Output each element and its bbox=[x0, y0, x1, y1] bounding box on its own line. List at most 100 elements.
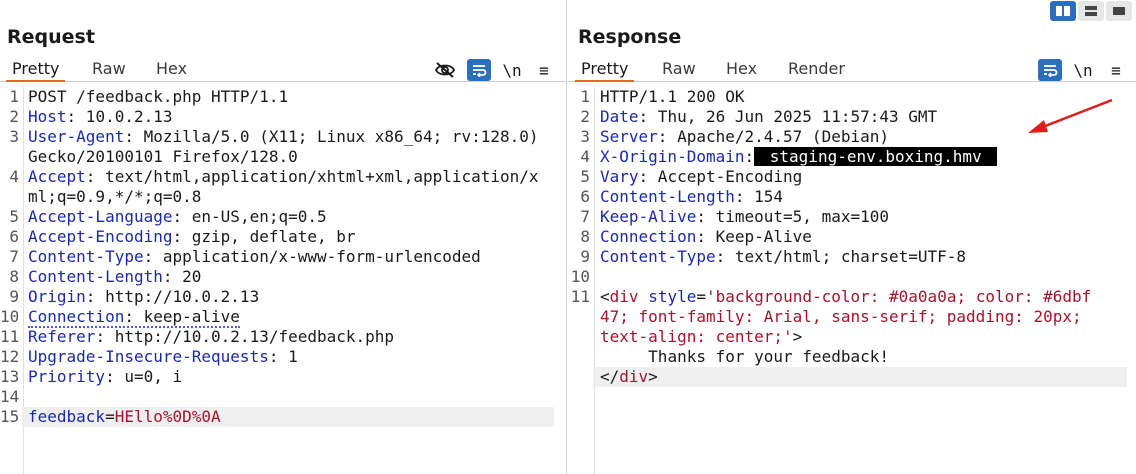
angle-bracket: </ bbox=[600, 367, 620, 386]
header-key: Keep-Alive bbox=[600, 207, 697, 226]
header-line: Vary: Accept-Encoding bbox=[600, 167, 803, 186]
header-value: text/html; charset=UTF-8 bbox=[725, 247, 967, 266]
single-panel-icon bbox=[1113, 7, 1125, 15]
side-by-side-layout-button[interactable] bbox=[1050, 1, 1076, 21]
header-key: Host bbox=[28, 107, 67, 126]
header-line: User-Agent: Mozilla/5.0 (X11; Linux x86_… bbox=[28, 127, 549, 166]
header-line: Keep-Alive: timeout=5, max=100 bbox=[600, 207, 889, 226]
response-tab-render[interactable]: Render bbox=[782, 59, 851, 82]
empty-line bbox=[22, 387, 542, 407]
line-number: 10 bbox=[570, 267, 590, 286]
param-value: HEllo%0D%0A bbox=[114, 407, 221, 426]
body-text: Thanks for your feedback! bbox=[600, 347, 889, 366]
word-wrap-toggle-icon[interactable] bbox=[1038, 59, 1062, 81]
header-key: Content-Type bbox=[600, 247, 716, 266]
response-tab-raw[interactable]: Raw bbox=[656, 59, 702, 82]
header-key: Priority bbox=[28, 367, 106, 386]
response-line: 11 <div style='background-color: #0a0a0a… bbox=[568, 287, 1136, 367]
request-line: 11 Referer: http://10.0.2.13/feedback.ph… bbox=[0, 327, 566, 347]
request-tab-pretty[interactable]: Pretty bbox=[6, 59, 66, 82]
attr-name: style bbox=[648, 287, 697, 306]
request-line: 9 Origin: http://10.0.2.13 bbox=[0, 287, 566, 307]
header-value: 20 bbox=[172, 267, 202, 286]
header-value: en-US,en;q=0.5 bbox=[182, 207, 327, 226]
request-line: 10 Connection: keep-alive bbox=[0, 307, 566, 328]
header-key: Content-Type bbox=[28, 247, 144, 266]
word-wrap-toggle-icon[interactable] bbox=[467, 59, 491, 81]
header-key: User-Agent bbox=[28, 127, 125, 146]
line-number: 4 bbox=[580, 147, 590, 166]
response-line: 5 Vary: Accept-Encoding bbox=[568, 167, 1136, 187]
header-value: text/html,application/xhtml+xml,applicat… bbox=[28, 167, 539, 206]
hide-nonprinting-eye-slash-icon[interactable] bbox=[433, 59, 457, 81]
request-line: 2 Host: 10.0.2.13 bbox=[0, 107, 566, 127]
line-number: 7 bbox=[9, 247, 19, 266]
line-number: 14 bbox=[0, 387, 20, 406]
request-tab-hex[interactable]: Hex bbox=[150, 59, 193, 82]
header-key: Accept-Language bbox=[28, 207, 173, 226]
body-param-line: feedback=HEllo%0D%0A bbox=[22, 407, 554, 427]
header-key: Vary bbox=[600, 167, 639, 186]
response-editor[interactable]: 1 HTTP/1.1 200 OK 2 Date: Thu, 26 Jun 20… bbox=[568, 87, 1136, 474]
closing-tag-line: </div> bbox=[593, 367, 1127, 387]
line-number: 9 bbox=[580, 247, 590, 266]
line-number: 2 bbox=[580, 107, 590, 126]
line-number: 13 bbox=[0, 367, 20, 386]
header-value: u=0, i bbox=[114, 367, 183, 386]
layout-toggle-group bbox=[1050, 1, 1132, 21]
header-line: Connection: keep-alive bbox=[28, 307, 240, 328]
show-newlines-button[interactable]: \n bbox=[1071, 59, 1095, 81]
header-line: Host: 10.0.2.13 bbox=[28, 107, 173, 126]
line-number: 10 bbox=[0, 307, 20, 326]
response-menu-icon[interactable]: ≡ bbox=[1104, 59, 1128, 81]
line-number: 1 bbox=[580, 87, 590, 106]
header-value: http://10.0.2.13/feedback.php bbox=[105, 327, 395, 346]
single-layout-button[interactable] bbox=[1106, 1, 1132, 21]
html-body: <div style='background-color: #0a0a0a; c… bbox=[593, 287, 1093, 367]
header-line: Content-Length: 20 bbox=[28, 267, 202, 286]
header-key: Content-Length bbox=[600, 187, 735, 206]
response-line: 6 Content-Length: 154 bbox=[568, 187, 1136, 207]
tag-name: div bbox=[609, 287, 639, 306]
request-tab-raw[interactable]: Raw bbox=[86, 59, 132, 82]
header-line: Priority: u=0, i bbox=[28, 367, 183, 386]
header-key: Connection bbox=[600, 227, 697, 246]
header-line: Connection: Keep-Alive bbox=[600, 227, 812, 246]
response-tab-pretty[interactable]: Pretty bbox=[575, 59, 635, 82]
annotation-arrow-icon bbox=[1028, 98, 1113, 133]
header-value: Keep-Alive bbox=[705, 227, 812, 246]
response-tab-hex[interactable]: Hex bbox=[720, 59, 763, 82]
response-line: </div> bbox=[568, 367, 1136, 387]
line-number: 3 bbox=[9, 127, 19, 146]
line-number: 4 bbox=[9, 167, 19, 186]
header-value: 1 bbox=[278, 347, 298, 366]
line-number: 6 bbox=[580, 187, 590, 206]
response-line: 10 bbox=[568, 267, 1136, 287]
request-editor[interactable]: 1 POST /feedback.php HTTP/1.1 2 Host: 10… bbox=[0, 87, 566, 474]
tag-name: div bbox=[619, 367, 649, 386]
header-value: timeout=5, max=100 bbox=[705, 207, 889, 226]
header-key: Accept bbox=[28, 167, 86, 186]
line-number: 5 bbox=[9, 207, 19, 226]
request-line: 8 Content-Length: 20 bbox=[0, 267, 566, 287]
header-value: 154 bbox=[744, 187, 784, 206]
header-line: Accept-Encoding: gzip, deflate, br bbox=[28, 227, 356, 246]
response-tabs: Pretty Raw Hex Render \n ≡ bbox=[568, 56, 1136, 82]
header-value: Apache/2.4.57 (Debian) bbox=[667, 127, 889, 146]
request-menu-icon[interactable]: ≡ bbox=[532, 59, 556, 81]
header-line: Accept-Language: en-US,en;q=0.5 bbox=[28, 207, 327, 226]
request-tabs: Pretty Raw Hex \n ≡ bbox=[0, 56, 566, 82]
header-line: Content-Length: 154 bbox=[600, 187, 784, 206]
header-line: Content-Type: text/html; charset=UTF-8 bbox=[600, 247, 967, 266]
header-key: Referer bbox=[28, 327, 96, 346]
response-line: 7 Keep-Alive: timeout=5, max=100 bbox=[568, 207, 1136, 227]
line-number: 8 bbox=[580, 227, 590, 246]
top-bottom-layout-button[interactable] bbox=[1078, 1, 1104, 21]
angle-bracket: < bbox=[600, 287, 610, 306]
show-newlines-button[interactable]: \n bbox=[500, 59, 524, 81]
line-number: 12 bbox=[0, 347, 20, 366]
line-number: 3 bbox=[580, 127, 590, 146]
header-line: Referer: http://10.0.2.13/feedback.php bbox=[28, 327, 395, 346]
line-number: 7 bbox=[580, 207, 590, 226]
header-key: Date bbox=[600, 107, 639, 126]
